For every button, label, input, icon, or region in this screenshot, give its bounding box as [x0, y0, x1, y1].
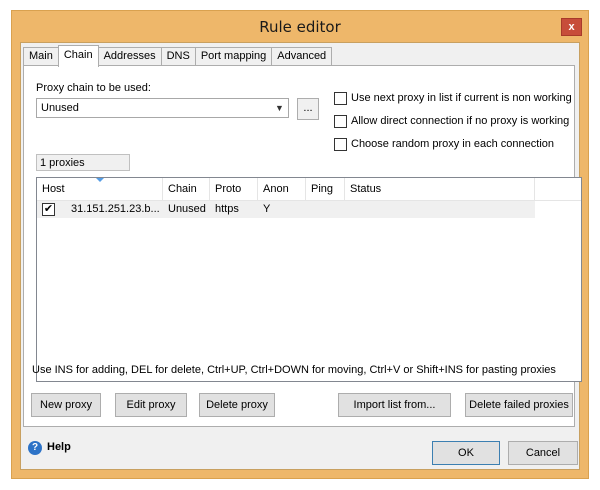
row-anon: Y	[263, 203, 271, 215]
proxy-list-header: Host Chain Proto Anon Ping Status	[37, 178, 581, 201]
tab-chain[interactable]: Chain	[57, 45, 99, 67]
column-header-ping[interactable]: Ping	[306, 178, 345, 201]
random-proxy-checkbox-box[interactable]	[334, 138, 347, 151]
proxy-count-box: 1 proxies	[36, 154, 130, 171]
proxy-list[interactable]: Host Chain Proto Anon Ping Status ✔ 31.1…	[36, 177, 582, 382]
edit-proxy-button[interactable]: Edit proxy	[115, 393, 187, 417]
row-host: 31.151.251.23.b...	[71, 203, 160, 215]
import-list-button[interactable]: Import list from...	[338, 393, 451, 417]
row-proto: https	[215, 203, 239, 215]
new-proxy-button[interactable]: New proxy	[31, 393, 101, 417]
cancel-button[interactable]: Cancel	[508, 441, 578, 465]
direct-connection-checkbox-box[interactable]	[334, 115, 347, 128]
help-icon[interactable]: ?	[28, 441, 42, 455]
chevron-down-icon[interactable]: ▼	[271, 99, 288, 117]
random-proxy-label: Choose random proxy in each connection	[351, 138, 555, 150]
column-header-chain[interactable]: Chain	[163, 178, 210, 201]
help-label[interactable]: Help	[47, 441, 71, 453]
row-chain: Unused	[168, 203, 206, 215]
tab-addresses[interactable]: Addresses	[97, 47, 162, 66]
browse-chain-button[interactable]: ...	[297, 98, 319, 120]
table-row[interactable]: ✔ 31.151.251.23.b... Unused https Y	[37, 201, 535, 218]
tab-advanced[interactable]: Advanced	[271, 47, 333, 66]
delete-proxy-button[interactable]: Delete proxy	[199, 393, 275, 417]
row-enabled-checkbox[interactable]: ✔	[42, 203, 55, 216]
tab-strip: Main Chain Addresses DNS Port mapping Ad…	[23, 45, 333, 67]
proxy-chain-label: Proxy chain to be used:	[36, 82, 151, 94]
sort-indicator-icon	[96, 178, 104, 182]
next-proxy-checkbox-box[interactable]	[334, 92, 347, 105]
tab-dns[interactable]: DNS	[160, 47, 196, 66]
column-header-proto[interactable]: Proto	[210, 178, 258, 201]
proxy-chain-dropdown[interactable]: Unused ▼	[36, 98, 289, 118]
proxy-count-text: 1 proxies	[40, 157, 85, 169]
column-header-status[interactable]: Status	[345, 178, 535, 201]
keyboard-hint: Use INS for adding, DEL for delete, Ctrl…	[32, 364, 556, 376]
window-title: Rule editor	[259, 18, 341, 36]
column-header-anon[interactable]: Anon	[258, 178, 306, 201]
tab-main[interactable]: Main	[23, 47, 59, 66]
title-bar[interactable]: Rule editor x	[12, 11, 588, 41]
ok-button[interactable]: OK	[432, 441, 500, 465]
tab-port-mapping[interactable]: Port mapping	[194, 47, 273, 66]
proxy-chain-selected-value: Unused	[41, 102, 79, 114]
close-button[interactable]: x	[561, 18, 582, 36]
next-proxy-label: Use next proxy in list if current is non…	[351, 92, 572, 104]
direct-connection-label: Allow direct connection if no proxy is w…	[351, 115, 570, 127]
delete-failed-button[interactable]: Delete failed proxies	[465, 393, 573, 417]
